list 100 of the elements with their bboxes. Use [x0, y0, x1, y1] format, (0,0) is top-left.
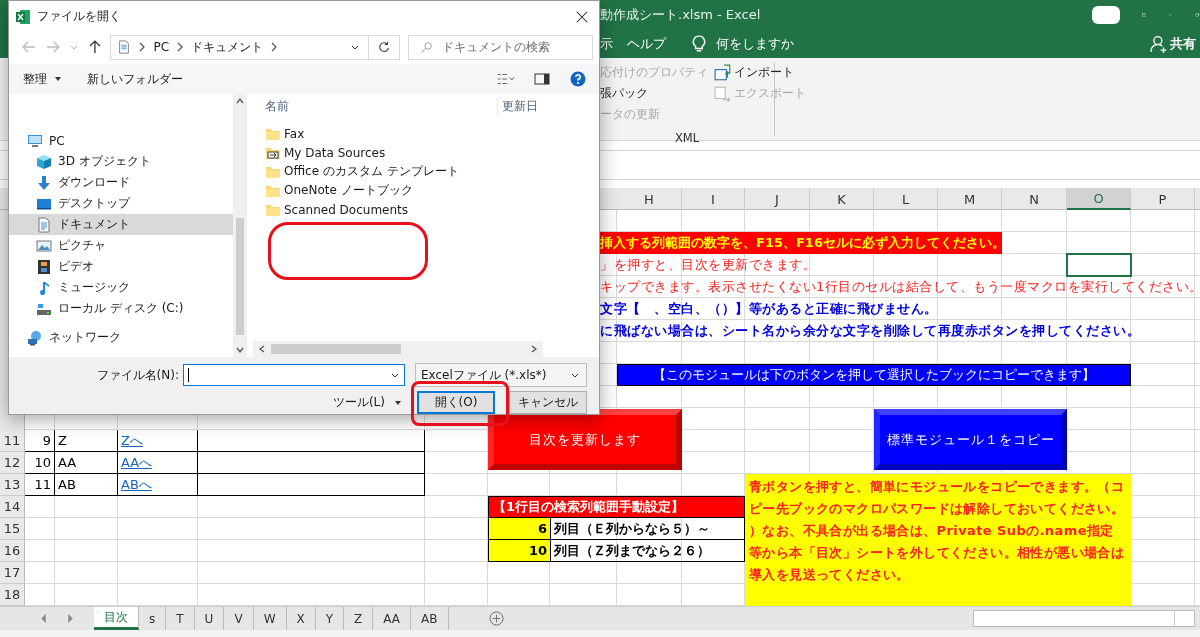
column-header[interactable]: 更新日	[497, 97, 542, 115]
cell-cursor	[1066, 253, 1132, 277]
chevron-icon	[177, 42, 184, 52]
file-item[interactable]: Scanned Documents	[253, 200, 599, 219]
note-text: キップできます。表示させたくない1行目のセルは結合して、もう一度マクロを実行してください。	[600, 278, 1200, 296]
search-field[interactable]: ドキュメントの検索	[408, 34, 593, 60]
table-cell: Z	[55, 430, 118, 452]
nav-item[interactable]: ローカル ディスク (C:)	[9, 298, 233, 319]
refresh-icon	[377, 40, 391, 54]
nav-item[interactable]: ミュージック	[9, 277, 233, 298]
banner-text: 【このモジュールは下のボタンを押して選択したブックにコピーできます】	[617, 364, 1131, 386]
new-folder-button[interactable]: 新しいフォルダー	[87, 70, 183, 88]
nav-item[interactable]: ドキュメント	[9, 214, 233, 235]
lightbulb-icon[interactable]	[690, 35, 708, 53]
column-header[interactable]: M	[938, 188, 1002, 210]
nav-item[interactable]: PC	[9, 130, 233, 151]
menu-item[interactable]: ヘルプ	[627, 35, 666, 53]
breadcrumb[interactable]: PC	[153, 40, 170, 54]
scroll-right-icon[interactable]	[67, 614, 74, 623]
table-cell: 6	[489, 518, 551, 539]
table-cell: 9	[25, 430, 55, 452]
nav-item[interactable]: ダウンロード	[9, 172, 233, 193]
open-button[interactable]: 開く(O)	[417, 391, 495, 414]
download-icon	[36, 174, 52, 191]
column-header[interactable]: L	[874, 188, 938, 210]
text-cursor	[188, 368, 189, 382]
ribbon-command[interactable]: 張パック	[600, 83, 708, 104]
table-cell: 11	[25, 474, 55, 496]
table-cell-text: 列目（Ｅ列からなら５）～	[553, 519, 711, 538]
sheet-tab[interactable]: 目次	[94, 607, 139, 630]
share-button[interactable]: 共有	[1170, 35, 1196, 53]
menu-item[interactable]: 示	[600, 35, 613, 53]
file-type-dropdown[interactable]: Excelファイル (*.xls*)	[415, 363, 587, 387]
spreadsheet-app-icon	[15, 8, 31, 25]
scroll-thumb[interactable]	[271, 344, 401, 354]
scroll-left-icon[interactable]	[257, 344, 267, 354]
column-header[interactable]: K	[810, 188, 874, 210]
macro-button[interactable]: 目次を更新します	[488, 409, 682, 470]
vertical-scrollbar[interactable]	[233, 94, 247, 357]
file-item[interactable]: OneNote ノートブック	[253, 181, 599, 200]
cancel-button[interactable]: キャンセル	[509, 391, 587, 414]
help-note: 青ボタンを押すと、簡単にモジュールをコピーできます。（コピー先ブックのマクロパスワードは解除しておいてください。）なお、不具合が出る場合は、Private Subの.name指定等から本「目次」シートを外してください。相性が悪い場合は導入を見送ってください。	[745, 474, 1131, 606]
column-header[interactable]: 名前	[253, 97, 497, 115]
table-cell: 10	[489, 540, 551, 561]
field-label: ファイル名(N):	[96, 366, 179, 384]
export-icon	[714, 84, 732, 103]
column-header[interactable]: I	[682, 188, 745, 210]
ribbon-command[interactable]: インポート	[714, 62, 806, 83]
tools-menu[interactable]: ツール(L)	[332, 394, 385, 411]
table-cell-text: 列目（Ｚ列までなら２６）	[553, 541, 711, 560]
nav-item[interactable]: 3D オブジェクト	[9, 151, 233, 172]
file-item[interactable]: My Data Sources	[253, 143, 599, 162]
ribbon-group-label: XML	[674, 131, 700, 145]
column-header[interactable]: O	[1067, 188, 1131, 210]
sheet-link[interactable]: AAへ	[121, 453, 153, 472]
address-bar[interactable]: PC ドキュメント	[110, 34, 400, 60]
macro-button[interactable]: 標準モジュール１をコピー	[874, 409, 1067, 470]
help-icon[interactable]	[569, 71, 587, 87]
file-name-field[interactable]	[183, 364, 405, 386]
add-sheet-icon[interactable]	[488, 611, 504, 626]
column-header[interactable]: P	[1131, 188, 1195, 210]
table-cell: AA	[55, 452, 118, 474]
scroll-left-icon[interactable]	[40, 614, 47, 623]
cube-icon	[36, 153, 52, 170]
horizontal-scrollbar[interactable]	[973, 610, 1195, 627]
horizontal-scrollbar[interactable]	[253, 341, 543, 357]
computer-icon	[27, 132, 43, 149]
file-item[interactable]: Fax	[253, 124, 599, 143]
preview-pane-icon[interactable]	[533, 71, 551, 87]
note-text: 」を押すと、目次を更新できます。	[600, 256, 816, 274]
network-icon	[27, 329, 43, 346]
note-text: に飛ばない場合は、シート名から余分な文字を削除して再度赤ボタンを押してください。	[600, 322, 1140, 340]
nav-item[interactable]: ビデオ	[9, 256, 233, 277]
breadcrumb[interactable]: ドキュメント	[191, 38, 264, 56]
nav-item[interactable]: ネットワーク	[9, 327, 233, 348]
sheet-link[interactable]: ABへ	[121, 475, 152, 494]
note-text: 文字【 、空白、（）】等があると正確に飛びません。	[600, 300, 938, 318]
share-person-icon[interactable]	[1150, 35, 1168, 53]
scroll-thumb[interactable]	[236, 218, 244, 335]
tell-me-field[interactable]: 何をしますか	[716, 35, 794, 53]
close-icon[interactable]	[575, 9, 589, 24]
table-cell: 10	[25, 452, 55, 474]
column-header[interactable]: J	[745, 188, 810, 210]
column-header[interactable]: H	[617, 188, 682, 210]
file-item[interactable]: Office のカスタム テンプレート	[253, 162, 599, 181]
view-options-icon[interactable]	[497, 71, 515, 87]
scroll-down-icon[interactable]	[235, 345, 245, 355]
nav-item[interactable]: ピクチャ	[9, 235, 233, 256]
search-icon	[420, 40, 433, 54]
scroll-up-icon[interactable]	[235, 96, 245, 106]
redaction-mark	[1092, 6, 1120, 24]
organize-menu[interactable]: 整理	[23, 70, 63, 88]
import-icon	[714, 63, 732, 82]
document-icon	[36, 216, 52, 233]
table-title: 【1行目の検索列範囲手動設定】	[488, 496, 745, 518]
scroll-right-icon[interactable]	[529, 344, 539, 354]
sheet-link[interactable]: Zへ	[121, 431, 143, 450]
document-icon	[117, 39, 132, 55]
nav-item[interactable]: デスクトップ	[9, 193, 233, 214]
dropdown-value: Excelファイル (*.xls*)	[421, 366, 547, 384]
